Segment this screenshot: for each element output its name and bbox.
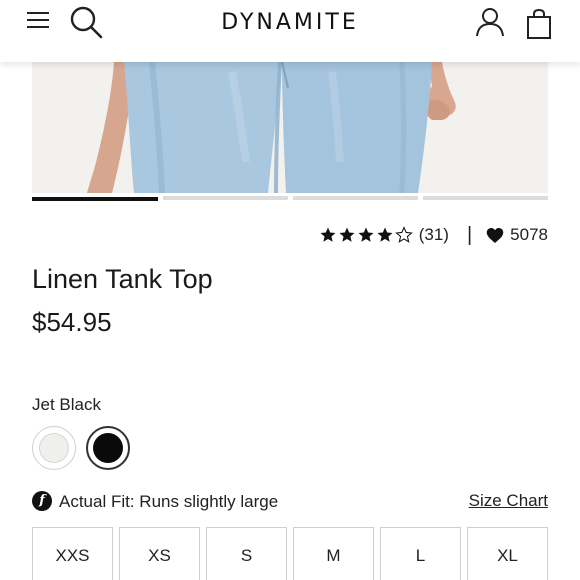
size-option-xxs[interactable]: XXS: [32, 527, 113, 580]
product-image[interactable]: [32, 62, 548, 193]
star-filled-icon: [358, 227, 374, 242]
fit-icon: f: [32, 491, 52, 511]
carousel-dot[interactable]: [32, 197, 158, 201]
product-title: Linen Tank Top: [32, 264, 213, 294]
account-icon[interactable]: [474, 6, 506, 38]
divider: |: [466, 223, 473, 246]
star-filled-icon: [339, 227, 355, 242]
search-icon[interactable]: [68, 4, 104, 40]
color-label: Jet Black: [32, 395, 101, 414]
size-option-xs[interactable]: XS: [119, 527, 200, 580]
size-selector: XXS XS S M L XL: [32, 527, 548, 580]
star-filled-icon: [320, 227, 336, 242]
swatch-color: [39, 433, 69, 463]
carousel-dot[interactable]: [293, 196, 418, 200]
favorites-count: 5078: [510, 225, 548, 244]
size-option-xl[interactable]: XL: [467, 527, 548, 580]
fit-text: Actual Fit: Runs slightly large: [59, 492, 279, 511]
rating-row: (31) | 5078: [319, 224, 548, 246]
product-photo: [32, 62, 548, 193]
star-empty-icon: [394, 226, 413, 243]
color-swatch-black[interactable]: [86, 426, 130, 470]
size-option-s[interactable]: S: [206, 527, 287, 580]
product-price: $54.95: [32, 307, 112, 337]
heart-icon[interactable]: [486, 227, 504, 244]
site-header: DYNAMITE: [0, 0, 580, 62]
brand-logo[interactable]: DYNAMITE: [190, 10, 390, 35]
size-option-m[interactable]: M: [293, 527, 374, 580]
rating-stars[interactable]: [319, 226, 413, 244]
size-option-l[interactable]: L: [380, 527, 461, 580]
carousel-dot[interactable]: [163, 196, 288, 200]
menu-icon[interactable]: [26, 10, 50, 30]
size-chart-link[interactable]: Size Chart: [469, 491, 548, 511]
color-swatch-light[interactable]: [32, 426, 76, 470]
swatch-color: [93, 433, 123, 463]
carousel-dot[interactable]: [423, 196, 548, 200]
star-filled-icon: [377, 227, 393, 242]
review-count[interactable]: (31): [419, 225, 449, 245]
shopping-bag-icon[interactable]: [524, 8, 554, 40]
fit-info: f Actual Fit: Runs slightly large Size C…: [32, 490, 548, 514]
image-carousel-indicators: [32, 196, 548, 202]
